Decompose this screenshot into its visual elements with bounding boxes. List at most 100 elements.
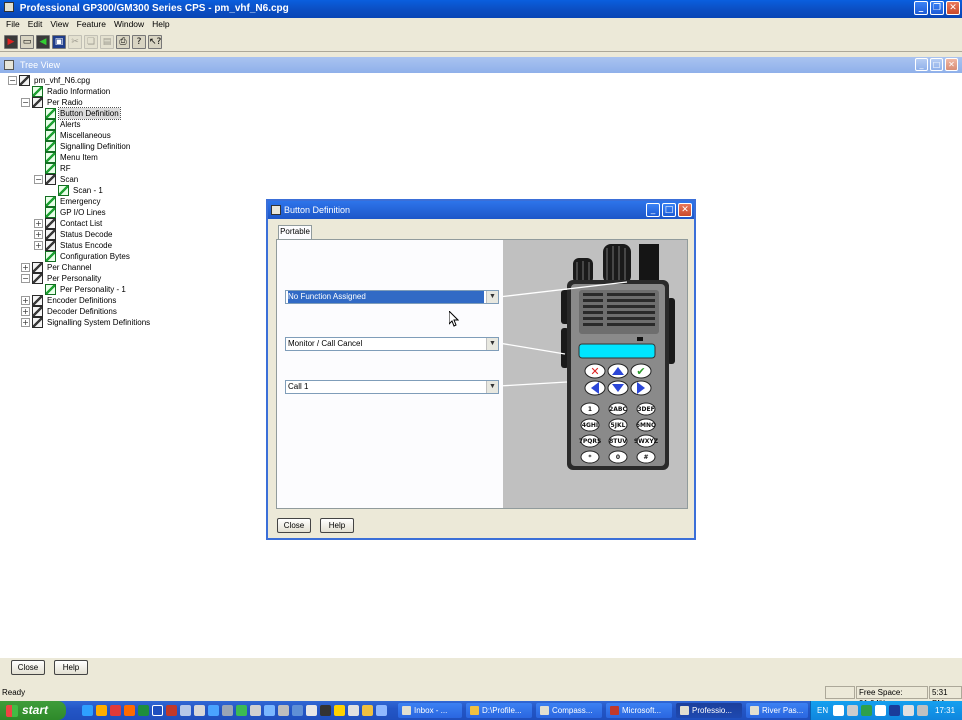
task-profile-folder[interactable]: D:\Profile...	[466, 703, 532, 718]
button-function-combo-side[interactable]: Monitor / Call Cancel ▼	[285, 337, 499, 351]
tree-expander[interactable]: +	[21, 296, 30, 305]
task-professional-cps[interactable]: Professio...	[676, 703, 742, 718]
word-icon[interactable]	[152, 705, 163, 716]
menu-view[interactable]: View	[46, 18, 72, 31]
network-icon[interactable]	[917, 705, 928, 716]
excel-icon[interactable]	[138, 705, 149, 716]
tree-expander[interactable]: −	[8, 76, 17, 85]
star-icon[interactable]	[334, 705, 345, 716]
copy-icon[interactable]: ❏	[84, 35, 98, 49]
tree-expander[interactable]: +	[21, 318, 30, 327]
button-function-combo-top[interactable]: No Function Assigned ▼	[285, 290, 499, 304]
read-radio-icon[interactable]: ◀	[36, 35, 50, 49]
task-river-pass[interactable]: River Pas...	[746, 703, 808, 718]
program-radio-icon[interactable]: ▶	[4, 35, 18, 49]
quick-launch-icon[interactable]	[250, 705, 261, 716]
dialog-close-x-button[interactable]: ✕	[678, 203, 692, 217]
tray-icon[interactable]	[833, 705, 844, 716]
tree-expander[interactable]: −	[34, 175, 43, 184]
menu-edit[interactable]: Edit	[24, 18, 47, 31]
tree-expander[interactable]: +	[34, 241, 43, 250]
chevron-down-icon[interactable]: ▼	[486, 338, 498, 350]
bluetooth-icon[interactable]	[889, 705, 900, 716]
quick-launch-icon[interactable]	[292, 705, 303, 716]
menu-file[interactable]: File	[2, 18, 24, 31]
tray-icon[interactable]	[861, 705, 872, 716]
mouse-cursor-icon	[449, 311, 459, 327]
tree-close-button-bottom[interactable]: Close	[11, 660, 45, 675]
restore-button[interactable]: ❐	[930, 1, 944, 15]
feature-icon	[58, 185, 69, 196]
folder-icon	[45, 174, 56, 185]
powerpoint-icon[interactable]	[166, 705, 177, 716]
tab-body: No Function Assigned ▼ Monitor / Call Ca…	[276, 239, 688, 509]
dialog-title: Button Definition	[284, 205, 351, 215]
status-time: 5:31 PM	[929, 686, 962, 708]
key-hash: #	[643, 454, 648, 461]
paste-icon[interactable]: ▤	[100, 35, 114, 49]
open-icon[interactable]: ▭	[20, 35, 34, 49]
chevron-down-icon[interactable]: ▼	[486, 291, 498, 303]
dialog-close-button[interactable]: Close	[277, 518, 311, 533]
messenger-icon[interactable]	[96, 705, 107, 716]
folder-icon	[32, 97, 43, 108]
tree-expander[interactable]: +	[34, 230, 43, 239]
quick-launch-icon[interactable]	[180, 705, 191, 716]
context-help-icon[interactable]: ↖?	[148, 35, 162, 49]
button-function-combo-call[interactable]: Call 1 ▼	[285, 380, 499, 394]
quick-launch-icon[interactable]	[306, 705, 317, 716]
windows-logo-icon	[6, 705, 18, 717]
tree-expander[interactable]: +	[34, 219, 43, 228]
tray-icon[interactable]	[847, 705, 858, 716]
quick-launch-icon[interactable]	[222, 705, 233, 716]
dialog-help-button[interactable]: Help	[320, 518, 354, 533]
combo-value: Monitor / Call Cancel	[288, 339, 363, 348]
quick-launch-icon[interactable]	[348, 705, 359, 716]
tree-minimize-button[interactable]: _	[915, 58, 928, 71]
menu-help[interactable]: Help	[148, 18, 173, 31]
task-inbox[interactable]: Inbox - ...	[398, 703, 462, 718]
menu-window[interactable]: Window	[110, 18, 148, 31]
quick-launch-icon[interactable]	[236, 705, 247, 716]
ie-icon[interactable]	[82, 705, 93, 716]
quick-launch-icon[interactable]	[278, 705, 289, 716]
quick-launch-icon[interactable]	[208, 705, 219, 716]
cut-icon[interactable]: ✂	[68, 35, 82, 49]
language-indicator[interactable]: EN	[817, 701, 828, 720]
chevron-down-icon[interactable]: ▼	[486, 381, 498, 393]
search-icon[interactable]	[320, 705, 331, 716]
quick-launch-icon[interactable]	[194, 705, 205, 716]
tree-expander[interactable]: −	[21, 274, 30, 283]
folder-icon	[32, 262, 43, 273]
feature-icon	[45, 119, 56, 130]
radio-antenna	[639, 244, 659, 286]
task-microsoft[interactable]: Microsoft...	[606, 703, 672, 718]
dialog-minimize-button[interactable]: _	[646, 203, 660, 217]
volume-icon[interactable]	[903, 705, 914, 716]
combo-value: No Function Assigned	[288, 291, 484, 303]
folder-icon[interactable]	[362, 705, 373, 716]
radio-illustration: ✕ ✔ 1 2ABC 3DEF 4GHI 5JKL 6MNO 7PQRS 8TU…	[498, 240, 687, 508]
tree-help-button-bottom[interactable]: Help	[54, 660, 88, 675]
tree-view-controls: _ □ ✕	[915, 58, 958, 71]
save-icon[interactable]: ▣	[52, 35, 66, 49]
task-compass[interactable]: Compass...	[536, 703, 602, 718]
close-window-button[interactable]: ✕	[946, 1, 960, 15]
tree-expander[interactable]: −	[21, 98, 30, 107]
help-icon[interactable]: ?	[132, 35, 146, 49]
print-icon[interactable]: ⎙	[116, 35, 130, 49]
start-button[interactable]: start	[0, 701, 66, 720]
quick-launch-icon[interactable]	[376, 705, 387, 716]
quick-launch-icon[interactable]	[264, 705, 275, 716]
tray-icon[interactable]	[875, 705, 886, 716]
menu-feature[interactable]: Feature	[73, 18, 110, 31]
tab-portable[interactable]: Portable	[278, 225, 312, 239]
tree-close-button[interactable]: ✕	[945, 58, 958, 71]
dialog-maximize-button[interactable]: □	[662, 203, 676, 217]
tree-maximize-button[interactable]: □	[930, 58, 943, 71]
tree-expander[interactable]: +	[21, 307, 30, 316]
tree-expander[interactable]: +	[21, 263, 30, 272]
firefox-icon[interactable]	[124, 705, 135, 716]
minimize-button[interactable]: _	[914, 1, 928, 15]
media-icon[interactable]	[110, 705, 121, 716]
